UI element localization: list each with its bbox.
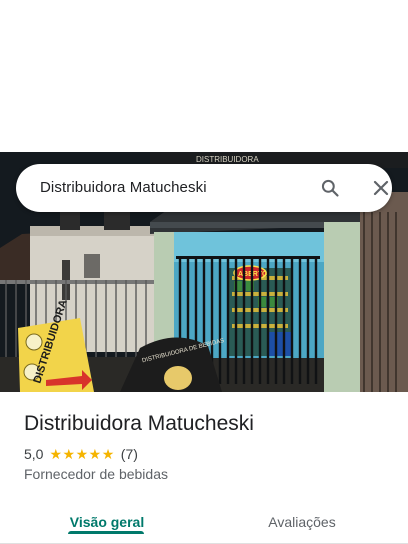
rating-row[interactable]: 5,0 ★ ★ ★ ★ ★ (7) — [24, 446, 138, 462]
tab-overview[interactable]: Visão geral — [40, 500, 174, 544]
tab-bar: Visão geral Avaliações — [0, 500, 408, 544]
star-icon: ★ — [62, 446, 76, 462]
store-top-sign: DISTRIBUIDORA — [196, 155, 259, 164]
star-icon: ★ — [88, 446, 102, 462]
place-info-panel: Distribuidora Matucheski 5,0 ★ ★ ★ ★ ★ (… — [0, 392, 408, 544]
close-icon[interactable] — [368, 176, 394, 200]
search-icon[interactable] — [316, 176, 344, 200]
tab-reviews[interactable]: Avaliações — [236, 500, 368, 544]
active-tab-indicator — [68, 531, 144, 534]
star-icon: ★ — [101, 446, 115, 462]
blank-top-area — [0, 0, 408, 152]
search-input[interactable]: Distribuidora Matucheski — [40, 179, 207, 196]
search-bar[interactable]: Distribuidora Matucheski — [16, 164, 392, 212]
place-title: Distribuidora Matucheski — [24, 412, 254, 435]
place-category: Fornecedor de bebidas — [24, 466, 168, 482]
rating-stars: ★ ★ ★ ★ ★ — [49, 447, 114, 461]
rating-value: 5,0 — [24, 446, 44, 462]
star-icon: ★ — [75, 446, 89, 462]
star-icon: ★ — [49, 446, 63, 462]
review-count: (7) — [120, 446, 138, 462]
